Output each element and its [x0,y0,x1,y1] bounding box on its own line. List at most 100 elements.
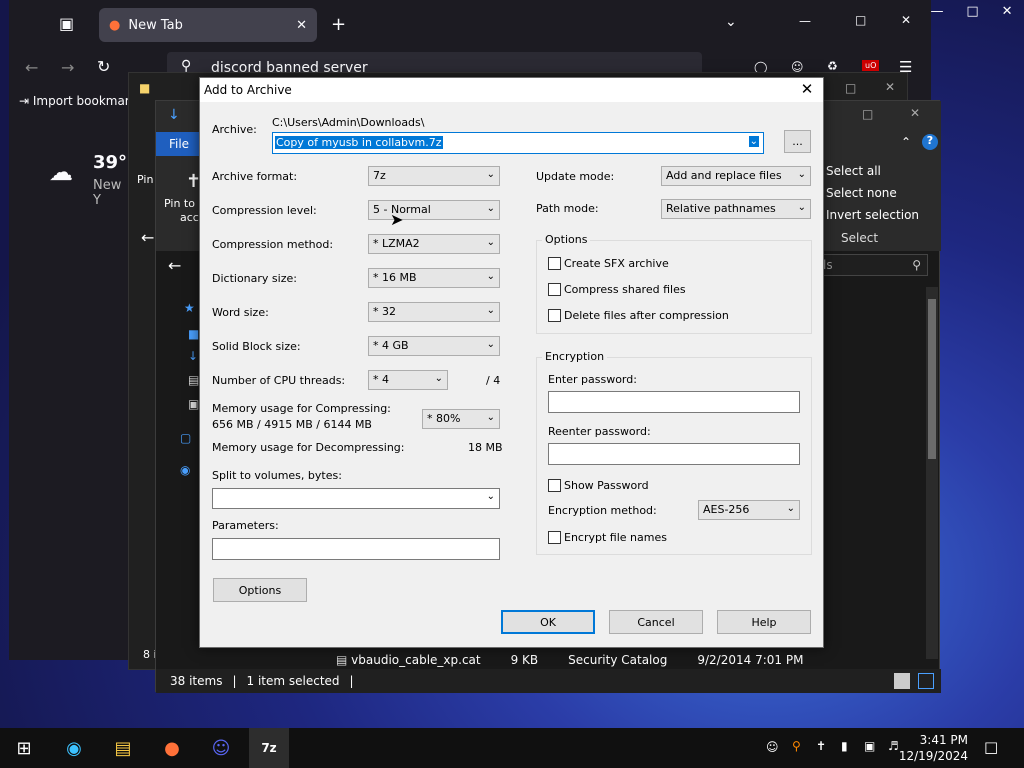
table-row[interactable]: ▤ vbaudio_cable_xp.cat 9 KB Security Cat… [336,653,803,667]
file-explorer-icon[interactable]: ▤ [103,732,143,764]
maximize-icon[interactable]: □ [966,4,978,19]
windows-start-icon[interactable]: ⊞ [4,732,44,764]
chevron-down-icon: ⌄ [486,169,495,180]
extensions-icon[interactable]: ♻ [827,59,838,73]
usb-tray-icon[interactable]: ▮ [841,739,848,753]
cpu-threads-max: / 4 [486,374,501,387]
invert-selection[interactable]: Invert selection [826,208,919,222]
ok-button[interactable]: OK [501,610,595,634]
select-all[interactable]: Select all [826,164,881,178]
security-tray-icon[interactable]: ✝ [816,739,826,753]
chevron-down-icon[interactable]: ⌄ [748,136,759,147]
help-icon[interactable]: ? [922,134,938,150]
forward-icon[interactable]: → [61,58,74,77]
dialog-close-icon[interactable]: ✕ [797,80,817,98]
back-icon[interactable]: ← [25,58,38,77]
firefox-icon[interactable]: ● [152,732,192,764]
scrollbar[interactable] [926,287,938,659]
collapse-ribbon-icon[interactable]: ⌃ [901,135,911,149]
archive-format-select[interactable]: 7z ⌄ [368,166,500,186]
cpu-threads-select[interactable]: * 4 ⌄ [368,370,448,390]
ublock-icon[interactable]: uO [862,60,880,71]
notifications-icon[interactable]: □ [984,738,998,756]
archive-name-combo[interactable]: Copy of myusb in collabvm.7z ⌄ [272,132,764,154]
encrypt-names-checkbox[interactable] [548,531,561,544]
split-volumes-combo[interactable]: ⌄ [212,488,500,509]
word-size-value: * 32 [373,305,396,318]
this-pc-icon[interactable]: ▢ [180,431,191,445]
tiles-view-icon[interactable] [918,673,934,689]
scrollbar-thumb[interactable] [928,299,936,459]
documents-nav-icon[interactable]: ▤ [188,373,199,387]
parameters-input[interactable] [212,538,500,560]
split-label: Split to volumes, bytes: [212,469,342,482]
clock-date: 12/19/2024 [898,749,968,763]
update-mode-value: Add and replace files [666,169,782,182]
cpu-threads-value: * 4 [373,373,389,386]
sfx-checkbox[interactable] [548,257,561,270]
desktop-window-controls: — □ ✕ [919,0,1024,22]
help-button[interactable]: Help [717,610,811,634]
window-close-icon[interactable]: ✕ [901,13,911,27]
compression-level-label: Compression level: [212,204,317,217]
list-tabs-icon[interactable]: ⌄ [725,14,737,30]
shared-checkbox[interactable] [548,283,561,296]
mem-percent-select[interactable]: * 80% ⌄ [422,409,500,429]
file-tab[interactable]: File [156,132,202,156]
details-view-icon[interactable] [894,673,910,689]
window-minimize-icon[interactable]: — [799,14,811,28]
tab-new-tab[interactable]: ● New Tab ✕ [99,8,317,42]
select-none[interactable]: Select none [826,186,897,200]
dictionary-size-value: * 16 MB [373,271,417,284]
cancel-button[interactable]: Cancel [609,610,703,634]
network-tray-icon[interactable]: ▣ [864,739,875,753]
mem-decompress-value: 18 MB [468,441,503,454]
pin-quick-access-label[interactable]: Pin to [164,197,195,210]
bookmark-import[interactable]: ⇥ Import bookmar [19,94,130,108]
desktop-nav-icon[interactable]: ■ [188,327,199,341]
edge-icon[interactable]: ◉ [54,732,94,764]
window-maximize-icon[interactable]: □ [855,13,866,27]
discord-tray-icon[interactable]: ☺ [766,740,779,754]
explorer-maximize-icon[interactable]: □ [862,107,873,121]
discord-icon[interactable]: ☺ [201,732,241,764]
reenter-password-input[interactable] [548,443,800,465]
7zip-icon[interactable]: 7z [249,728,289,768]
downloads-nav-icon[interactable]: ↓ [188,349,198,363]
tab-bar: ▣ ● New Tab ✕ + ⌄ — □ ✕ [9,0,931,50]
explorer-close-icon[interactable]: ✕ [910,106,920,120]
clock[interactable]: 3:41 PM 12/19/2024 [899,732,968,764]
delete-checkbox[interactable] [548,309,561,322]
search-box[interactable]: ls ⚲ [818,254,928,276]
show-password-checkbox[interactable] [548,479,561,492]
quick-access-star-icon[interactable]: ★ [184,301,195,315]
pictures-nav-icon[interactable]: ▣ [188,397,199,411]
back-close-icon[interactable]: ✕ [885,80,895,94]
archive-label: Archive: [212,123,257,136]
password-input[interactable] [548,391,800,413]
back-arrow-icon[interactable]: ← [141,228,154,247]
compression-method-select[interactable]: * LZMA2 ⌄ [368,234,500,254]
network-icon[interactable]: ◉ [180,463,190,477]
reload-icon[interactable]: ↻ [97,57,110,76]
encryption-method-select[interactable]: AES-256 ⌄ [698,500,800,520]
compression-level-select[interactable]: 5 - Normal ⌄ [368,200,500,220]
minimize-icon[interactable]: — [930,4,943,19]
update-mode-select[interactable]: Add and replace files ⌄ [661,166,811,186]
new-tab-icon[interactable]: + [331,14,346,35]
tab-overview-icon[interactable]: ▣ [59,14,74,33]
search-tray-icon[interactable]: ⚲ [792,739,801,753]
volume-icon[interactable]: ♬ [888,739,899,753]
browse-button[interactable]: ... [784,130,811,153]
back-maximize-icon[interactable]: □ [845,81,856,95]
word-size-select[interactable]: * 32 ⌄ [368,302,500,322]
folder-icon: ■ [139,81,151,95]
close-tab-icon[interactable]: ✕ [296,18,307,33]
solid-block-select[interactable]: * 4 GB ⌄ [368,336,500,356]
path-mode-select[interactable]: Relative pathnames ⌄ [661,199,811,219]
nav-back-icon[interactable]: ← [168,256,181,275]
chevron-down-icon: ⌄ [797,202,806,213]
options-button[interactable]: Options [213,578,307,602]
dictionary-size-select[interactable]: * 16 MB ⌄ [368,268,500,288]
close-icon[interactable]: ✕ [1002,4,1013,19]
